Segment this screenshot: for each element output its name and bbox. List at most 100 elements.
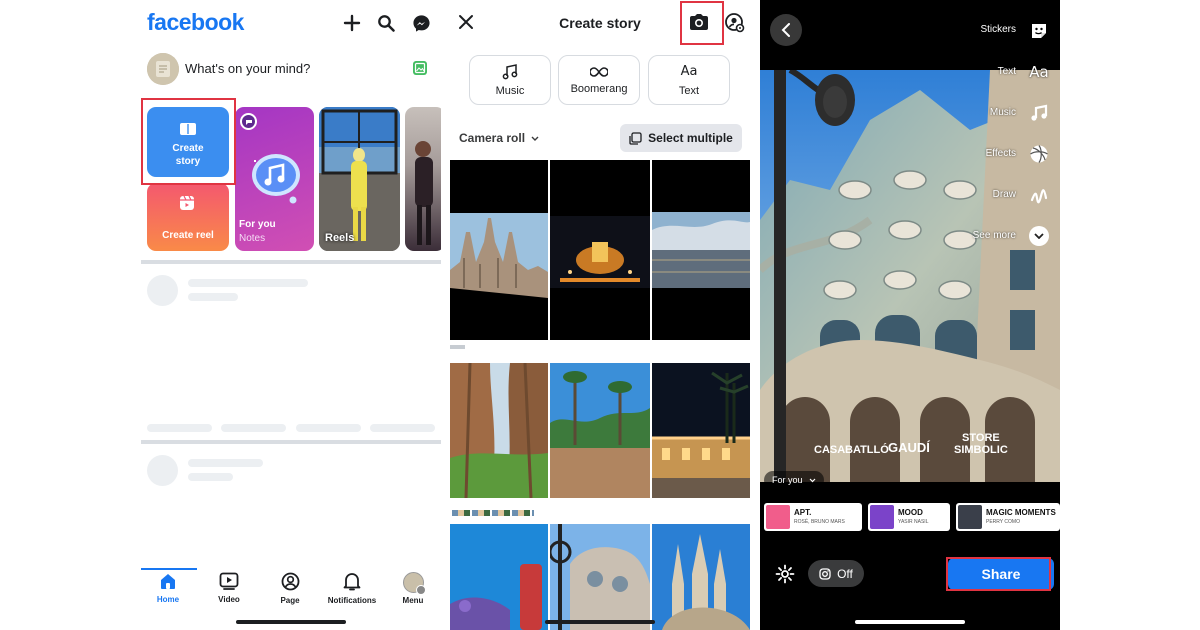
story-editor-screen: CASA BATLLÓ GAUDÍ STORE SIMBOLIC Sticker…	[760, 0, 1060, 630]
for-you-dropdown[interactable]: For you	[764, 471, 824, 489]
photo-thumbnail[interactable]	[550, 160, 650, 340]
tab-notifications[interactable]: Notifications	[325, 572, 379, 605]
boomerang-option-label: Boomerang	[570, 82, 628, 95]
tab-menu[interactable]: Menu	[387, 572, 439, 605]
for-you-label: For you	[772, 475, 803, 485]
gallery-icon	[629, 131, 642, 145]
feed-divider	[141, 260, 441, 264]
music-icon	[502, 63, 518, 79]
skeleton-line	[221, 424, 286, 432]
photo-thumbnail[interactable]	[550, 363, 650, 498]
song-title: MAGIC MOMENTS	[986, 508, 1056, 517]
song-suggestion[interactable]: MAGIC MOMENTS PERRY COMO	[956, 503, 1060, 531]
reels-photo	[319, 107, 400, 251]
photo-caption-strip	[450, 345, 465, 349]
music-option-label: Music	[495, 84, 525, 97]
menu-avatar	[402, 572, 426, 595]
facebook-logo[interactable]: facebook	[147, 9, 244, 36]
song-artist: YASIR NASIL	[898, 519, 929, 525]
select-multiple-button[interactable]: Select multiple	[620, 124, 742, 152]
skeleton-line	[296, 424, 361, 432]
photo-thumbnail[interactable]	[652, 363, 750, 498]
effects-icon[interactable]	[1028, 143, 1050, 165]
see-more-label: See more	[972, 230, 1016, 241]
chevron-down-icon	[1029, 226, 1049, 246]
instagram-share-toggle[interactable]: Off	[808, 560, 864, 587]
story-card-partial[interactable]	[405, 107, 441, 251]
song-artist: ROSÉ, BRUNO MARS	[794, 519, 845, 525]
for-you-subtitle: Notes	[239, 233, 266, 244]
song-suggestion[interactable]: MOOD YASIR NASIL	[868, 503, 950, 531]
menu-badge-icon	[415, 585, 426, 595]
tab-menu-label: Menu	[402, 596, 424, 605]
chevron-down-icon	[531, 136, 539, 141]
skeleton-line	[188, 293, 238, 301]
select-multiple-label: Select multiple	[648, 131, 733, 145]
song-title: MOOD	[898, 508, 923, 517]
story-photo	[415, 141, 433, 245]
photo-caption-strip	[452, 510, 534, 516]
photo-thumbnail[interactable]	[652, 160, 750, 340]
messenger-icon[interactable]	[410, 12, 432, 34]
video-icon	[219, 572, 239, 590]
facade-sign: GAUDÍ	[888, 440, 930, 455]
album-art	[766, 505, 790, 529]
photo-thumbnail[interactable]	[450, 363, 548, 498]
tab-home[interactable]: Home	[142, 572, 194, 604]
album-art	[958, 505, 982, 529]
story-photo	[760, 70, 1060, 482]
skeleton-line	[188, 459, 263, 467]
boomerang-option[interactable]: Boomerang	[558, 55, 640, 105]
music-icon[interactable]	[1028, 102, 1050, 124]
settings-gear-icon[interactable]	[775, 564, 795, 584]
for-you-notes-card[interactable]: For you Notes	[235, 107, 314, 251]
camera-highlight	[680, 1, 724, 45]
reel-icon	[179, 195, 195, 211]
skeleton-avatar	[147, 275, 178, 306]
photo-thumbnail[interactable]	[550, 524, 650, 630]
chevron-down-icon	[809, 478, 815, 482]
reels-card[interactable]: Reels	[319, 107, 400, 251]
feed-divider	[141, 440, 441, 444]
home-icon	[161, 574, 175, 589]
skeleton-line	[188, 473, 233, 481]
sticker-icon[interactable]	[1028, 20, 1050, 42]
camera-roll-dropdown[interactable]: Camera roll	[459, 131, 539, 145]
profile-icon	[281, 572, 299, 591]
camera-roll-label: Camera roll	[459, 131, 526, 145]
stickers-label: Stickers	[980, 24, 1016, 35]
tab-home-label: Home	[156, 595, 180, 604]
skeleton-line	[370, 424, 435, 432]
note-icon	[240, 113, 257, 130]
home-indicator	[236, 620, 346, 624]
song-artist: PERRY COMO	[986, 519, 1020, 525]
see-more-button[interactable]	[1028, 225, 1050, 247]
home-indicator	[545, 620, 655, 624]
infinity-icon	[590, 66, 608, 77]
instagram-icon	[819, 567, 831, 580]
text-aa-icon[interactable]: Aa	[1028, 61, 1050, 83]
photo-icon[interactable]	[413, 61, 427, 75]
photo-thumbnail[interactable]	[450, 160, 548, 340]
draw-icon[interactable]	[1028, 184, 1050, 206]
settings-person-icon[interactable]	[725, 13, 745, 33]
bell-icon	[343, 573, 361, 591]
music-note-bubble-icon	[249, 149, 305, 205]
photo-thumbnail[interactable]	[652, 524, 750, 630]
text-option[interactable]: Aa Text	[648, 55, 730, 105]
plus-icon[interactable]	[341, 12, 363, 34]
avatar[interactable]	[147, 53, 179, 85]
text-aa-icon: Aa	[680, 63, 698, 79]
chevron-left-icon	[781, 23, 790, 37]
facade-sign: CASA	[814, 444, 846, 456]
song-suggestion[interactable]: APT. ROSÉ, BRUNO MARS	[764, 503, 862, 531]
create-reel-card[interactable]: Create reel	[147, 183, 229, 251]
photo-thumbnail[interactable]	[450, 524, 548, 630]
music-option[interactable]: Music	[469, 55, 551, 105]
tab-video[interactable]: Video	[203, 572, 255, 604]
search-icon[interactable]	[375, 12, 397, 34]
tab-page[interactable]: Page	[264, 572, 316, 605]
reels-label: Reels	[325, 232, 355, 244]
composer-input[interactable]: What's on your mind?	[185, 61, 310, 76]
back-button[interactable]	[770, 14, 802, 46]
